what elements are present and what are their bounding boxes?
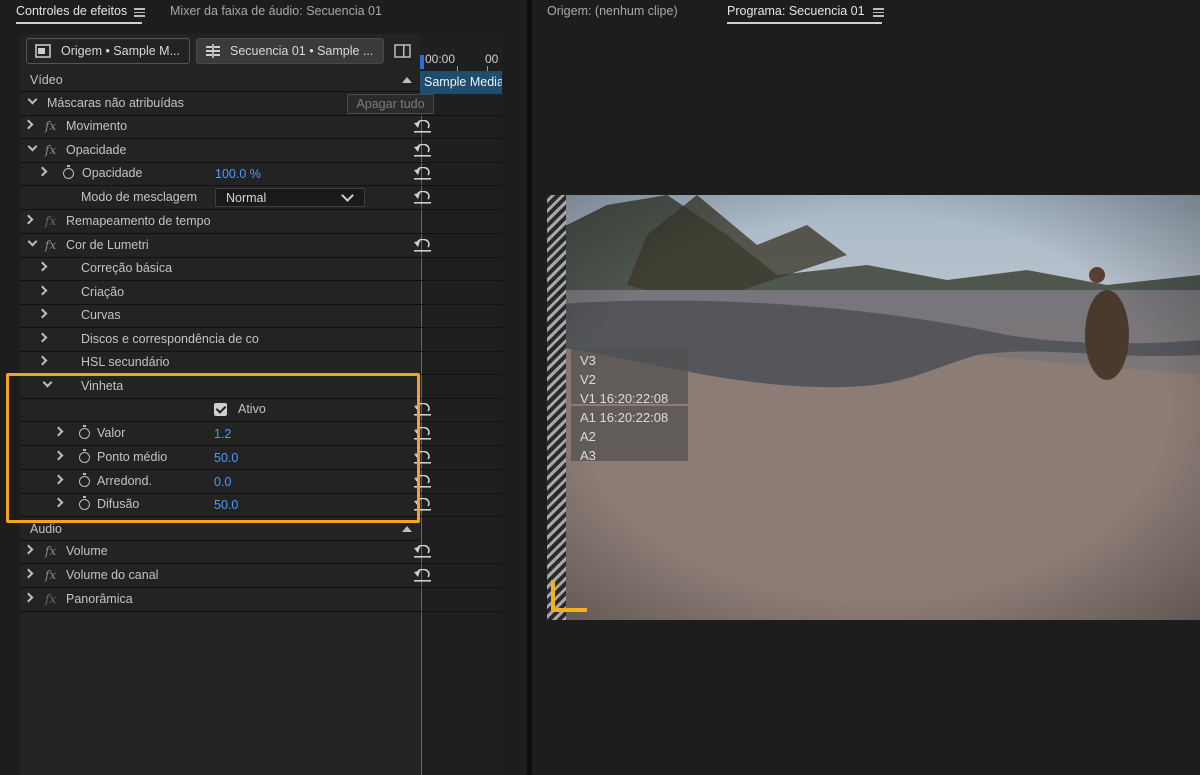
lumetri-wheels[interactable]: Discos e correspondência de co [20,329,502,352]
chevron-right-icon[interactable] [23,119,34,130]
chevron-right-icon[interactable] [37,166,48,177]
sequence-clip-label: Secuencia 01 • Sample ... [230,44,374,58]
tab-effect-controls[interactable]: Controles de efeitos [16,4,127,18]
opacity-value[interactable]: 100.0 % [215,167,261,181]
opacity-group-label: Opacidade [66,143,127,157]
chevron-right-icon[interactable] [37,355,48,366]
creative-label: Criação [81,285,125,299]
hsl-label: HSL secundário [81,355,170,369]
channel-volume-label: Volume do canal [66,568,159,582]
blend-mode-row: Modo de mesclagem Normal [20,187,502,210]
volume-label: Volume [66,544,108,558]
chevron-right-icon[interactable] [37,308,48,319]
tab-audio-mixer[interactable]: Mixer da faixa de áudio: Secuencia 01 [170,4,382,18]
blend-mode-select[interactable]: Normal [215,188,365,207]
reset-icon[interactable] [414,569,431,582]
effect-motion[interactable]: fx Movimento [20,116,502,139]
corner-marker-icon [551,580,587,612]
basic-correction-label: Correção básica [81,261,173,275]
vignette-highlight-box [6,373,420,523]
sequence-icon [206,44,220,58]
source-clip-label: Origem • Sample M... [61,44,180,58]
reset-icon[interactable] [414,167,431,180]
reset-icon[interactable] [414,144,431,157]
lumetri-hsl[interactable]: HSL secundário [20,352,502,375]
effect-channel-volume[interactable]: fx Volume do canal [20,565,502,588]
blend-mode-value: Normal [226,191,267,205]
chevron-down-icon[interactable] [27,141,38,152]
fx-icon: fx [45,214,57,228]
stopwatch-icon[interactable] [63,165,74,179]
curves-label: Curvas [81,308,121,322]
collapse-up-icon[interactable] [402,526,412,532]
fx-icon[interactable]: fx [45,568,56,582]
playhead-handle[interactable] [420,55,424,69]
effect-opacity[interactable]: fx Opacidade [20,140,502,163]
clip-icon [35,44,51,58]
tab-source-monitor[interactable]: Origem: (nenhum clipe) [547,4,678,18]
time-remap-label: Remapeamento de tempo [66,214,211,228]
collapse-up-icon[interactable] [402,77,412,83]
reset-icon[interactable] [414,191,431,204]
chevron-right-icon[interactable] [37,332,48,343]
chevron-right-icon[interactable] [37,261,48,272]
active-tab-underline-program [727,22,882,24]
source-clip-tab[interactable]: Origem • Sample M... [26,38,190,64]
lumetri-basic-correction[interactable]: Correção básica [20,258,502,281]
video-section-label: Vídeo [30,73,63,87]
fx-icon[interactable]: fx [45,238,56,252]
fx-icon[interactable]: fx [45,119,56,133]
clear-all-button[interactable]: Apagar tudo [347,94,434,114]
opacity-param-row: Opacidade 100.0 % [20,163,502,186]
audio-section-label: Áudio [30,522,62,536]
chevron-down-icon [341,189,354,202]
toggle-timeline-icon[interactable] [394,44,411,58]
motion-label: Movimento [66,119,128,133]
lumetri-curves[interactable]: Curvas [20,305,502,328]
effect-volume[interactable]: fx Volume [20,541,502,564]
chevron-down-icon[interactable] [27,236,38,247]
timeline-time-1: 00:00 [425,52,456,66]
timeline-time-2: 00 [485,52,499,66]
fx-icon[interactable]: fx [45,143,56,157]
chevron-right-icon[interactable] [23,544,34,555]
reset-icon[interactable] [414,120,431,133]
masks-label: Máscaras não atribuídas [47,96,184,110]
tab-program-monitor[interactable]: Programa: Secuencia 01 [727,4,865,18]
reset-icon[interactable] [414,239,431,252]
lumetri-creative[interactable]: Criação [20,282,502,305]
effect-time-remap[interactable]: fx Remapeamento de tempo [20,211,502,234]
sequence-clip-tab[interactable]: Secuencia 01 • Sample ... [196,38,384,64]
timeline-clip[interactable]: Sample Media [420,71,502,94]
chevron-down-icon[interactable] [27,94,38,105]
lumetri-label: Cor de Lumetri [66,238,149,252]
video-tracks-overlay: V3 V2 V1 16:20:22:08 [571,349,688,406]
chevron-right-icon[interactable] [23,592,34,603]
effect-lumetri[interactable]: fx Cor de Lumetri [20,235,502,258]
chevron-right-icon[interactable] [23,214,34,225]
safe-margin-hatch [547,195,566,620]
masks-row: Máscaras não atribuídas Apagar tudo [20,93,502,116]
blend-mode-label: Modo de mesclagem [81,190,198,204]
opacity-param-label: Opacidade [82,166,143,180]
reset-icon[interactable] [414,545,431,558]
chevron-right-icon[interactable] [23,568,34,579]
fx-icon[interactable]: fx [45,544,56,558]
panner-label: Panorâmica [66,592,133,606]
fx-icon: fx [45,592,57,606]
audio-tracks-overlay: A1 16:20:22:08 A2 A3 [571,406,688,463]
chevron-right-icon[interactable] [37,285,48,296]
program-menu-icon[interactable] [873,8,884,17]
video-section-header[interactable]: Vídeo [20,70,420,92]
panel-menu-icon[interactable] [134,8,145,17]
effect-panner[interactable]: fx Panorâmica [20,589,502,612]
wheels-label: Discos e correspondência de co [81,332,259,346]
active-tab-underline [16,22,142,24]
